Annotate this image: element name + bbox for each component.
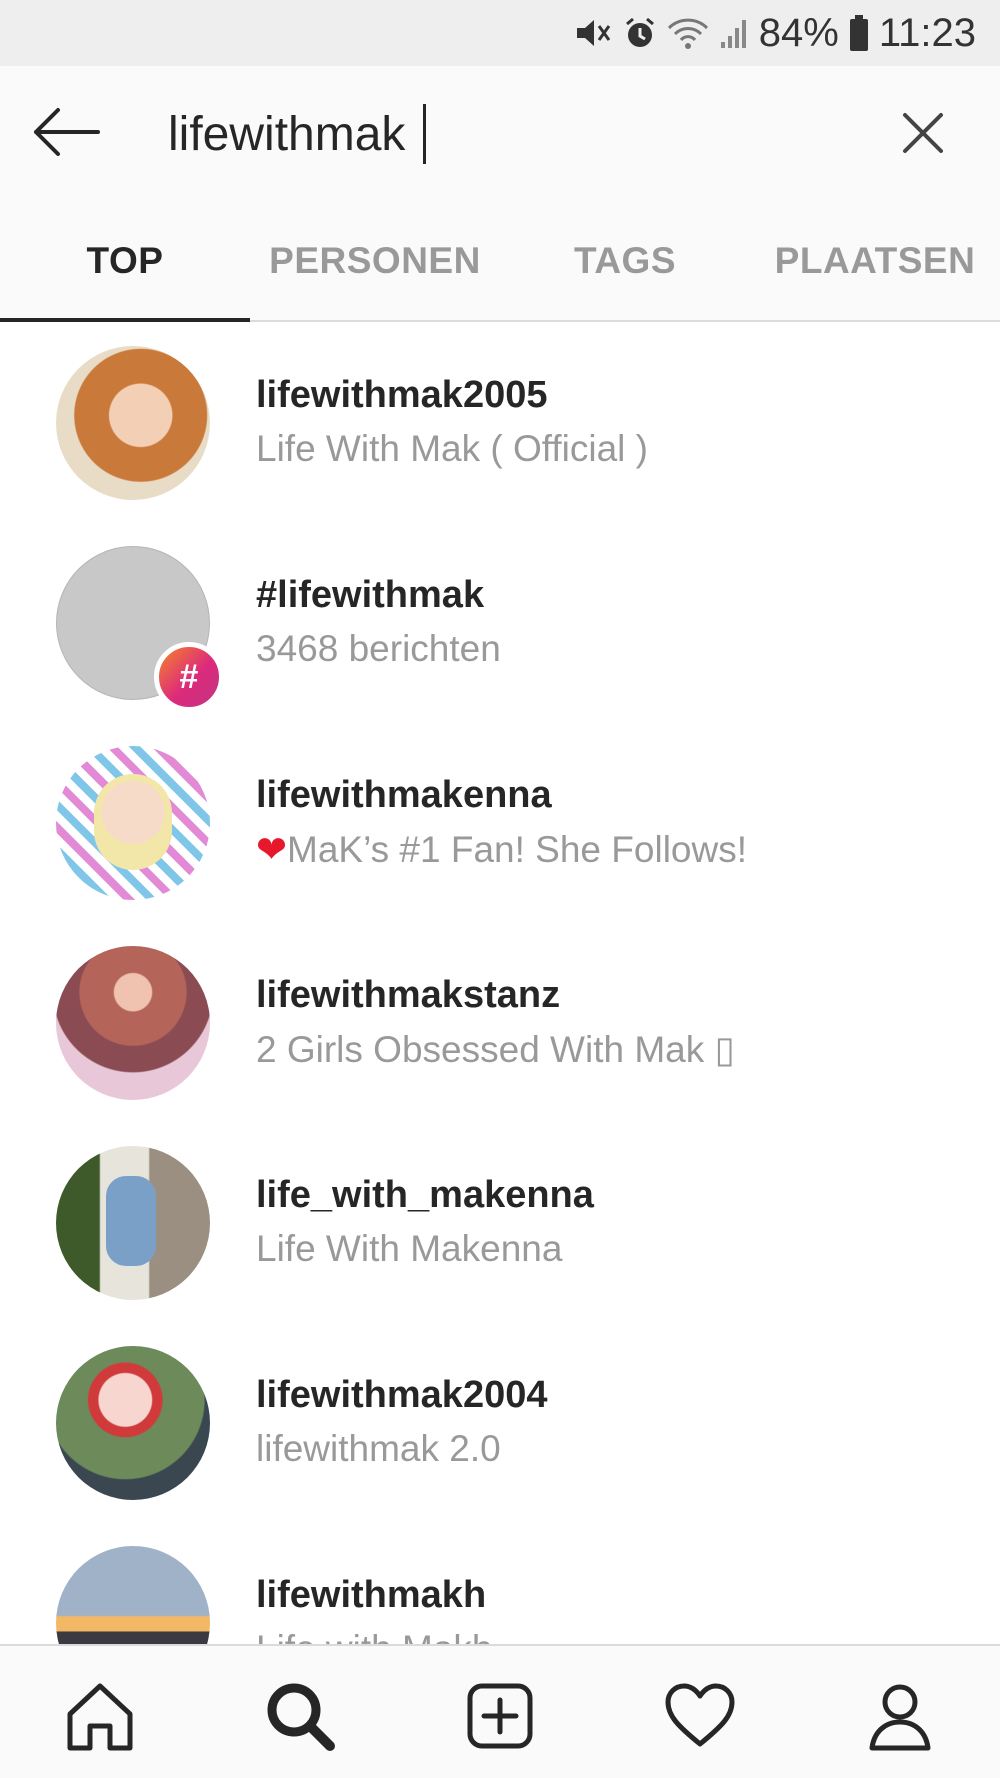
search-tabs: TOP PERSONEN TAGS PLAATSEN bbox=[0, 202, 1000, 322]
wifi-icon bbox=[667, 16, 709, 50]
signal-icon bbox=[719, 16, 749, 50]
list-item[interactable]: lifewithmakstanz 2 Girls Obsessed With M… bbox=[0, 922, 1000, 1122]
avatar-figure bbox=[106, 1176, 156, 1266]
clear-search-button[interactable] bbox=[900, 110, 946, 156]
heart-emoji-icon: ❤ bbox=[256, 829, 288, 870]
list-item[interactable]: lifewithmakh Life with Makh bbox=[0, 1522, 1000, 1644]
clock: 11:23 bbox=[878, 10, 976, 55]
result-username: life_with_makenna bbox=[256, 1174, 594, 1216]
search-input[interactable] bbox=[168, 96, 868, 172]
result-subtitle: ❤MaK’s #1 Fan! She Follows! bbox=[256, 829, 747, 870]
result-subtitle: lifewithmak 2.0 bbox=[256, 1428, 501, 1469]
tab-plaatsen[interactable]: PLAATSEN bbox=[750, 202, 1000, 320]
avatar bbox=[56, 1546, 210, 1644]
result-hashtag: #lifewithmak bbox=[256, 574, 485, 616]
result-username: lifewithmak2004 bbox=[256, 1374, 548, 1416]
status-bar: 84% 11:23 bbox=[0, 0, 1000, 66]
activity-heart-icon bbox=[665, 1683, 735, 1747]
text-caret bbox=[423, 104, 426, 164]
result-post-count: 3468 berichten bbox=[256, 628, 501, 669]
battery-icon bbox=[849, 15, 869, 51]
avatar bbox=[56, 1346, 210, 1500]
avatar bbox=[56, 746, 210, 900]
add-post-icon bbox=[467, 1683, 533, 1749]
list-item[interactable]: lifewithmak2004 lifewithmak 2.0 bbox=[0, 1322, 1000, 1522]
result-username: lifewithmak2005 bbox=[256, 374, 548, 416]
result-subtitle: 2 Girls Obsessed With Mak ▯ bbox=[256, 1029, 735, 1070]
home-icon bbox=[67, 1683, 133, 1751]
search-header bbox=[0, 66, 1000, 202]
back-button[interactable] bbox=[28, 104, 104, 160]
avatar bbox=[56, 1146, 210, 1300]
result-subtitle: Life With Mak ( Official ) bbox=[256, 428, 649, 469]
nav-activity-button[interactable] bbox=[660, 1676, 740, 1756]
back-arrow-icon bbox=[34, 108, 100, 156]
avatar bbox=[56, 346, 210, 500]
list-item[interactable]: lifewithmakenna ❤MaK’s #1 Fan! She Follo… bbox=[0, 722, 1000, 922]
search-results-list: lifewithmak2005 Life With Mak ( Official… bbox=[0, 322, 1000, 1644]
avatar bbox=[56, 946, 210, 1100]
list-item[interactable]: # #lifewithmak 3468 berichten bbox=[0, 522, 1000, 722]
bottom-navigation bbox=[0, 1644, 1000, 1778]
nav-add-post-button[interactable] bbox=[460, 1676, 540, 1756]
list-item[interactable]: life_with_makenna Life With Makenna bbox=[0, 1122, 1000, 1322]
result-username: lifewithmakh bbox=[256, 1574, 487, 1616]
search-icon bbox=[267, 1683, 335, 1751]
list-item[interactable]: lifewithmak2005 Life With Mak ( Official… bbox=[0, 322, 1000, 522]
tab-tags[interactable]: TAGS bbox=[500, 202, 750, 320]
mute-icon bbox=[575, 16, 613, 50]
hashtag-badge-icon: # bbox=[154, 642, 224, 712]
battery-percent: 84% bbox=[758, 10, 839, 55]
result-subtitle: Life with Makh bbox=[256, 1628, 493, 1644]
result-username: lifewithmakenna bbox=[256, 774, 552, 816]
avatar-face bbox=[94, 774, 172, 870]
profile-icon bbox=[869, 1684, 931, 1751]
tab-top[interactable]: TOP bbox=[0, 202, 250, 320]
result-username: lifewithmakstanz bbox=[256, 974, 561, 1016]
result-subtitle: Life With Makenna bbox=[256, 1228, 563, 1269]
status-icons: 84% 11:23 bbox=[575, 0, 976, 66]
alarm-icon bbox=[623, 16, 657, 50]
nav-home-button[interactable] bbox=[60, 1676, 140, 1756]
tab-personen[interactable]: PERSONEN bbox=[250, 202, 500, 320]
nav-profile-button[interactable] bbox=[860, 1676, 940, 1756]
nav-search-button[interactable] bbox=[260, 1676, 340, 1756]
close-icon bbox=[903, 113, 943, 153]
